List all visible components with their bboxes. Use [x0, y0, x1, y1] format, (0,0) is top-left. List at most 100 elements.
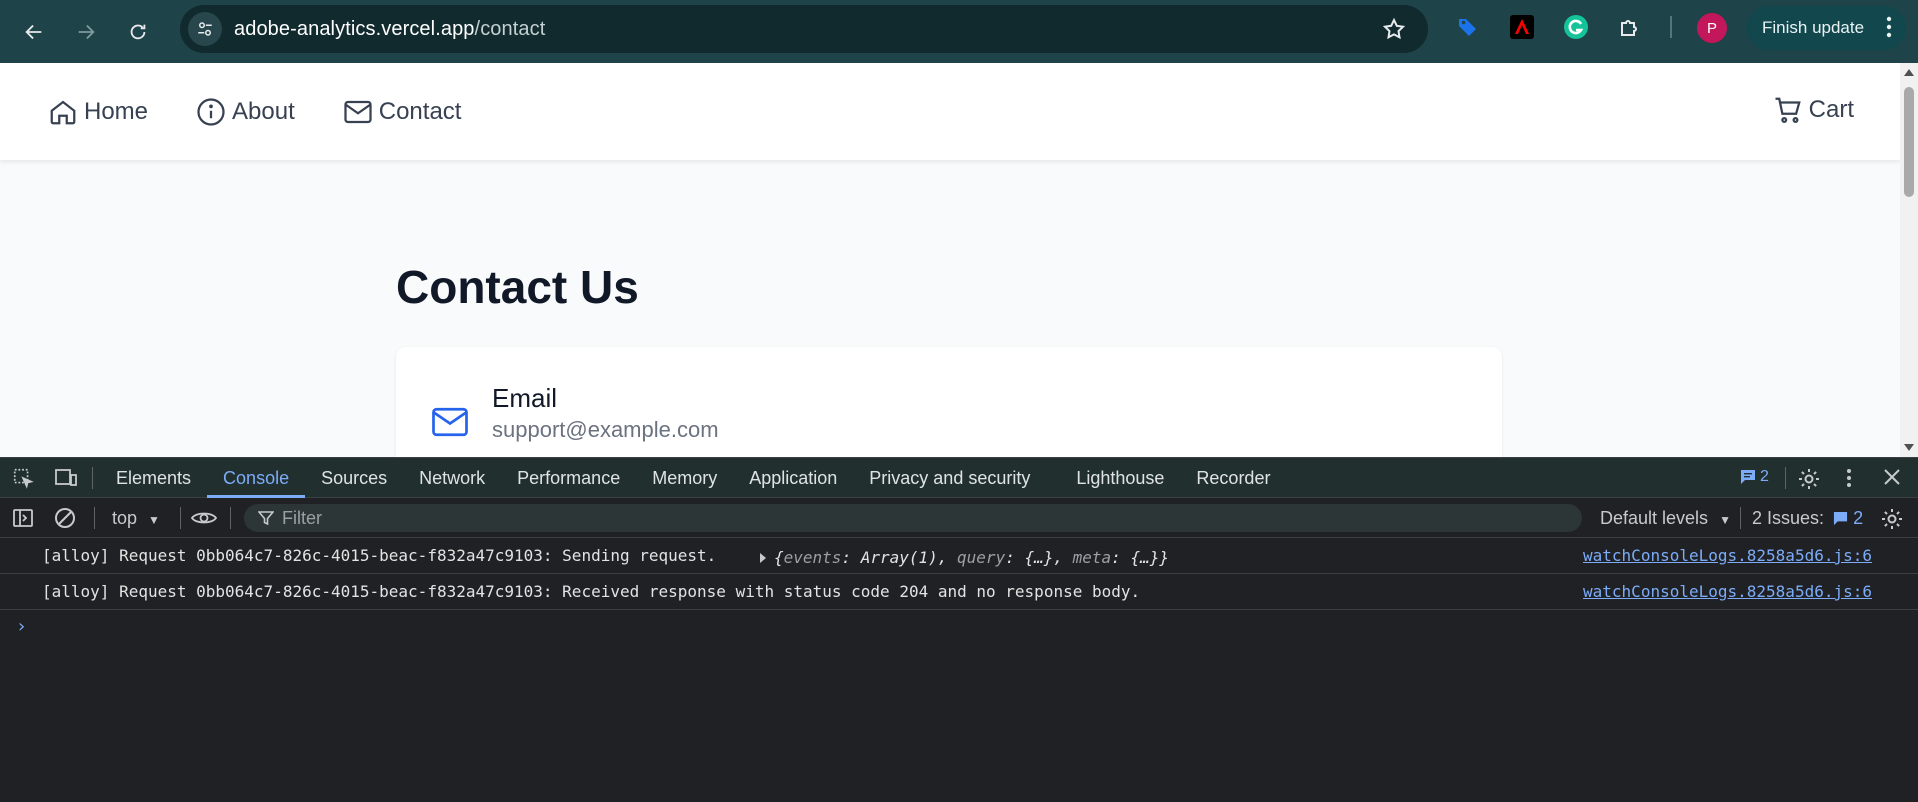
- nav-about-label: About: [232, 97, 295, 125]
- obj-key: query: [957, 548, 1006, 567]
- arrow-left-icon: [25, 24, 42, 39]
- log-message: [alloy] Request 0bb064c7-826c-4015-beac-…: [42, 582, 1141, 601]
- site-info-button[interactable]: [188, 12, 222, 46]
- tab-privacy-security[interactable]: Privacy and security: [853, 458, 1046, 498]
- nav-home-link[interactable]: Home: [48, 97, 148, 127]
- extension-acrobat-button[interactable]: [1508, 13, 1536, 41]
- mail-icon: [432, 407, 468, 437]
- dropdown-arrow-icon: ▼: [1719, 513, 1731, 527]
- nav-home-label: Home: [84, 97, 149, 125]
- puzzle-icon: [1621, 20, 1637, 36]
- levels-label: Default levels: [1600, 508, 1709, 528]
- console-filter-input[interactable]: Filter: [244, 504, 1582, 532]
- console-output: [alloy] Request 0bb064c7-826c-4015-beac-…: [0, 538, 1918, 802]
- clear-console-icon[interactable]: [54, 507, 76, 534]
- tab-application[interactable]: Application: [733, 458, 853, 498]
- scrollbar-thumb[interactable]: [1904, 87, 1914, 197]
- page-viewport: Home About Contact Cart Contact Us Email…: [0, 63, 1918, 457]
- extension-tag-button[interactable]: [1454, 13, 1482, 41]
- console-settings-icon[interactable]: [1880, 507, 1904, 536]
- cart-icon: [1775, 97, 1801, 123]
- context-label: top: [112, 508, 138, 528]
- nav-links: Home About Contact: [48, 97, 509, 127]
- toolbar-divider: [1670, 16, 1672, 38]
- tab-recorder[interactable]: Recorder: [1180, 458, 1286, 498]
- log-source-link[interactable]: watchConsoleLogs.8258a5d6.js:6: [1583, 582, 1872, 601]
- nav-about-link[interactable]: About: [196, 97, 295, 127]
- back-button[interactable]: [16, 14, 52, 50]
- cart-label: Cart: [1808, 96, 1854, 123]
- page-scrollbar[interactable]: [1900, 63, 1918, 457]
- tab-performance[interactable]: Performance: [501, 458, 636, 498]
- console-prompt[interactable]: ›: [16, 616, 27, 637]
- obj-value: {…}: [1130, 548, 1160, 567]
- close-icon[interactable]: [1882, 467, 1902, 492]
- url-path: /contact: [474, 17, 546, 40]
- tab-network[interactable]: Network: [403, 458, 501, 498]
- issues-count-value: 2: [1853, 508, 1864, 528]
- issues-badge-count: 2: [1760, 468, 1769, 485]
- log-source-link[interactable]: watchConsoleLogs.8258a5d6.js:6: [1583, 546, 1872, 565]
- toolbar-divider: [92, 467, 93, 489]
- inspect-element-icon[interactable]: [12, 467, 34, 494]
- sidebar-toggle-icon[interactable]: [12, 507, 34, 534]
- extensions-menu-button[interactable]: [1616, 13, 1644, 41]
- mail-icon: [344, 100, 372, 123]
- devtools-tab-list: Elements Console Sources Network Perform…: [100, 458, 1286, 498]
- console-log-entry: [alloy] Request 0bb064c7-826c-4015-beac-…: [0, 538, 1918, 574]
- log-message: [alloy] Request 0bb064c7-826c-4015-beac-…: [42, 546, 717, 565]
- issues-counter[interactable]: 2 Issues: 2: [1752, 508, 1863, 529]
- scroll-up-arrow[interactable]: [1904, 69, 1914, 76]
- console-log-entry: [alloy] Request 0bb064c7-826c-4015-beac-…: [0, 574, 1918, 610]
- toolbar-divider: [230, 507, 231, 529]
- finish-update-label: Finish update: [1762, 18, 1865, 37]
- log-levels-dropdown[interactable]: Default levels ▼: [1600, 508, 1731, 529]
- toolbar-divider: [180, 507, 181, 529]
- tab-console[interactable]: Console: [207, 458, 306, 498]
- filter-placeholder: Filter: [282, 507, 322, 528]
- console-toolbar: top ▼ Filter Default levels ▼ 2 Issues: …: [0, 498, 1918, 538]
- toolbar-divider: [1785, 467, 1786, 489]
- reload-button[interactable]: [120, 14, 156, 50]
- toolbar-divider: [1740, 507, 1741, 529]
- finish-update-button[interactable]: Finish update: [1746, 6, 1906, 50]
- forward-button[interactable]: [68, 14, 104, 50]
- contact-card-label: Email: [492, 383, 558, 413]
- log-object-preview[interactable]: {events: Array(1), query: {…}, meta: {…}…: [760, 548, 1169, 567]
- toolbar-divider: [94, 507, 95, 529]
- expand-triangle-icon: [760, 553, 766, 563]
- obj-key: events: [783, 548, 842, 567]
- obj-key: meta: [1072, 548, 1112, 567]
- address-bar[interactable]: adobe-analytics.vercel.app/contact: [180, 5, 1428, 53]
- issues-badge-button[interactable]: 2: [1740, 468, 1769, 486]
- profile-avatar[interactable]: P: [1697, 13, 1727, 43]
- context-selector[interactable]: top ▼: [112, 508, 160, 529]
- url-host: adobe-analytics.vercel.app: [234, 17, 475, 40]
- nav-contact-label: Contact: [378, 97, 462, 125]
- contact-card-email: Email support@example.com: [396, 347, 1502, 457]
- device-toolbar-icon[interactable]: [54, 467, 78, 494]
- nav-contact-link[interactable]: Contact: [343, 97, 462, 127]
- tab-memory[interactable]: Memory: [636, 458, 733, 498]
- issues-count: 2: [1829, 508, 1863, 528]
- more-vert-icon[interactable]: [1846, 467, 1852, 494]
- eye-icon[interactable]: [190, 508, 218, 533]
- scroll-down-arrow[interactable]: [1904, 444, 1914, 451]
- obj-value: Array(1): [860, 548, 938, 567]
- site-navbar: Home About Contact Cart: [0, 63, 1900, 160]
- settings-gear-icon[interactable]: [1797, 467, 1821, 496]
- arrow-right-icon: [78, 24, 95, 39]
- devtools-tabbar: Elements Console Sources Network Perform…: [0, 457, 1918, 498]
- info-icon: [197, 97, 225, 126]
- tab-sources[interactable]: Sources: [305, 458, 403, 498]
- extension-grammarly-button[interactable]: [1562, 13, 1590, 41]
- cart-link[interactable]: Cart: [1773, 95, 1854, 125]
- contact-card-value: support@example.com: [492, 417, 719, 442]
- browser-toolbar: adobe-analytics.vercel.app/contact P Fin…: [0, 0, 1918, 63]
- star-icon: [1382, 17, 1406, 40]
- filter-icon: [258, 511, 274, 526]
- reload-icon: [130, 24, 146, 39]
- tab-elements[interactable]: Elements: [100, 458, 207, 498]
- tab-lighthouse[interactable]: Lighthouse: [1060, 458, 1180, 498]
- bookmark-star-button[interactable]: [1382, 17, 1406, 46]
